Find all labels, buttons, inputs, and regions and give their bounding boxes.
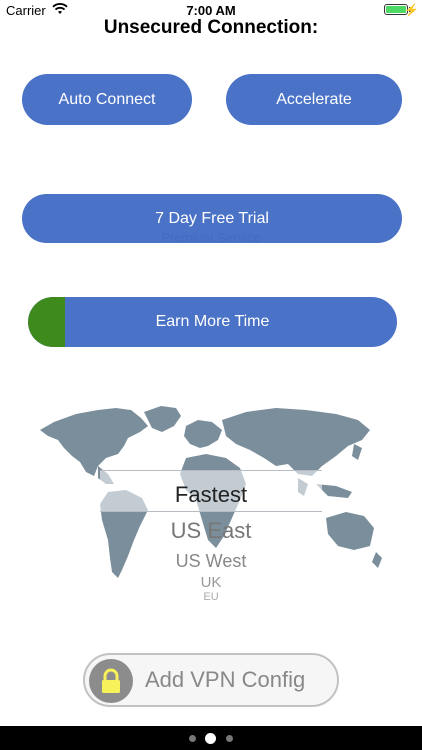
page-indicator-bar <box>0 726 422 750</box>
page-dot-active[interactable] <box>205 733 216 744</box>
picker-option[interactable]: Fastest <box>100 482 322 508</box>
picker-option[interactable]: EU <box>100 591 322 603</box>
earn-more-time-button[interactable]: Earn More Time <box>28 297 397 347</box>
server-picker[interactable]: Fastest US East US West UK EU <box>100 470 322 605</box>
picker-option[interactable]: US East <box>100 518 322 544</box>
earn-more-time-label: Earn More Time <box>155 313 270 330</box>
page-dot[interactable] <box>189 735 196 742</box>
charging-icon: ⚡ <box>404 3 419 17</box>
accelerate-button[interactable]: Accelerate <box>226 74 402 125</box>
page-dot[interactable] <box>226 735 233 742</box>
status-time: 7:00 AM <box>186 3 236 18</box>
page-title: Unsecured Connection: <box>103 17 319 38</box>
auto-connect-button[interactable]: Auto Connect <box>22 74 192 125</box>
trial-subtitle: Premium Service <box>161 230 261 245</box>
picker-option[interactable]: US West <box>100 551 322 572</box>
picker-option[interactable]: UK <box>100 574 322 591</box>
add-vpn-config-label: Add VPN Config <box>145 667 306 692</box>
lock-toggle-knob[interactable] <box>89 659 133 703</box>
lock-icon <box>102 668 120 693</box>
add-vpn-config-button[interactable]: Add VPN Config <box>83 653 339 707</box>
